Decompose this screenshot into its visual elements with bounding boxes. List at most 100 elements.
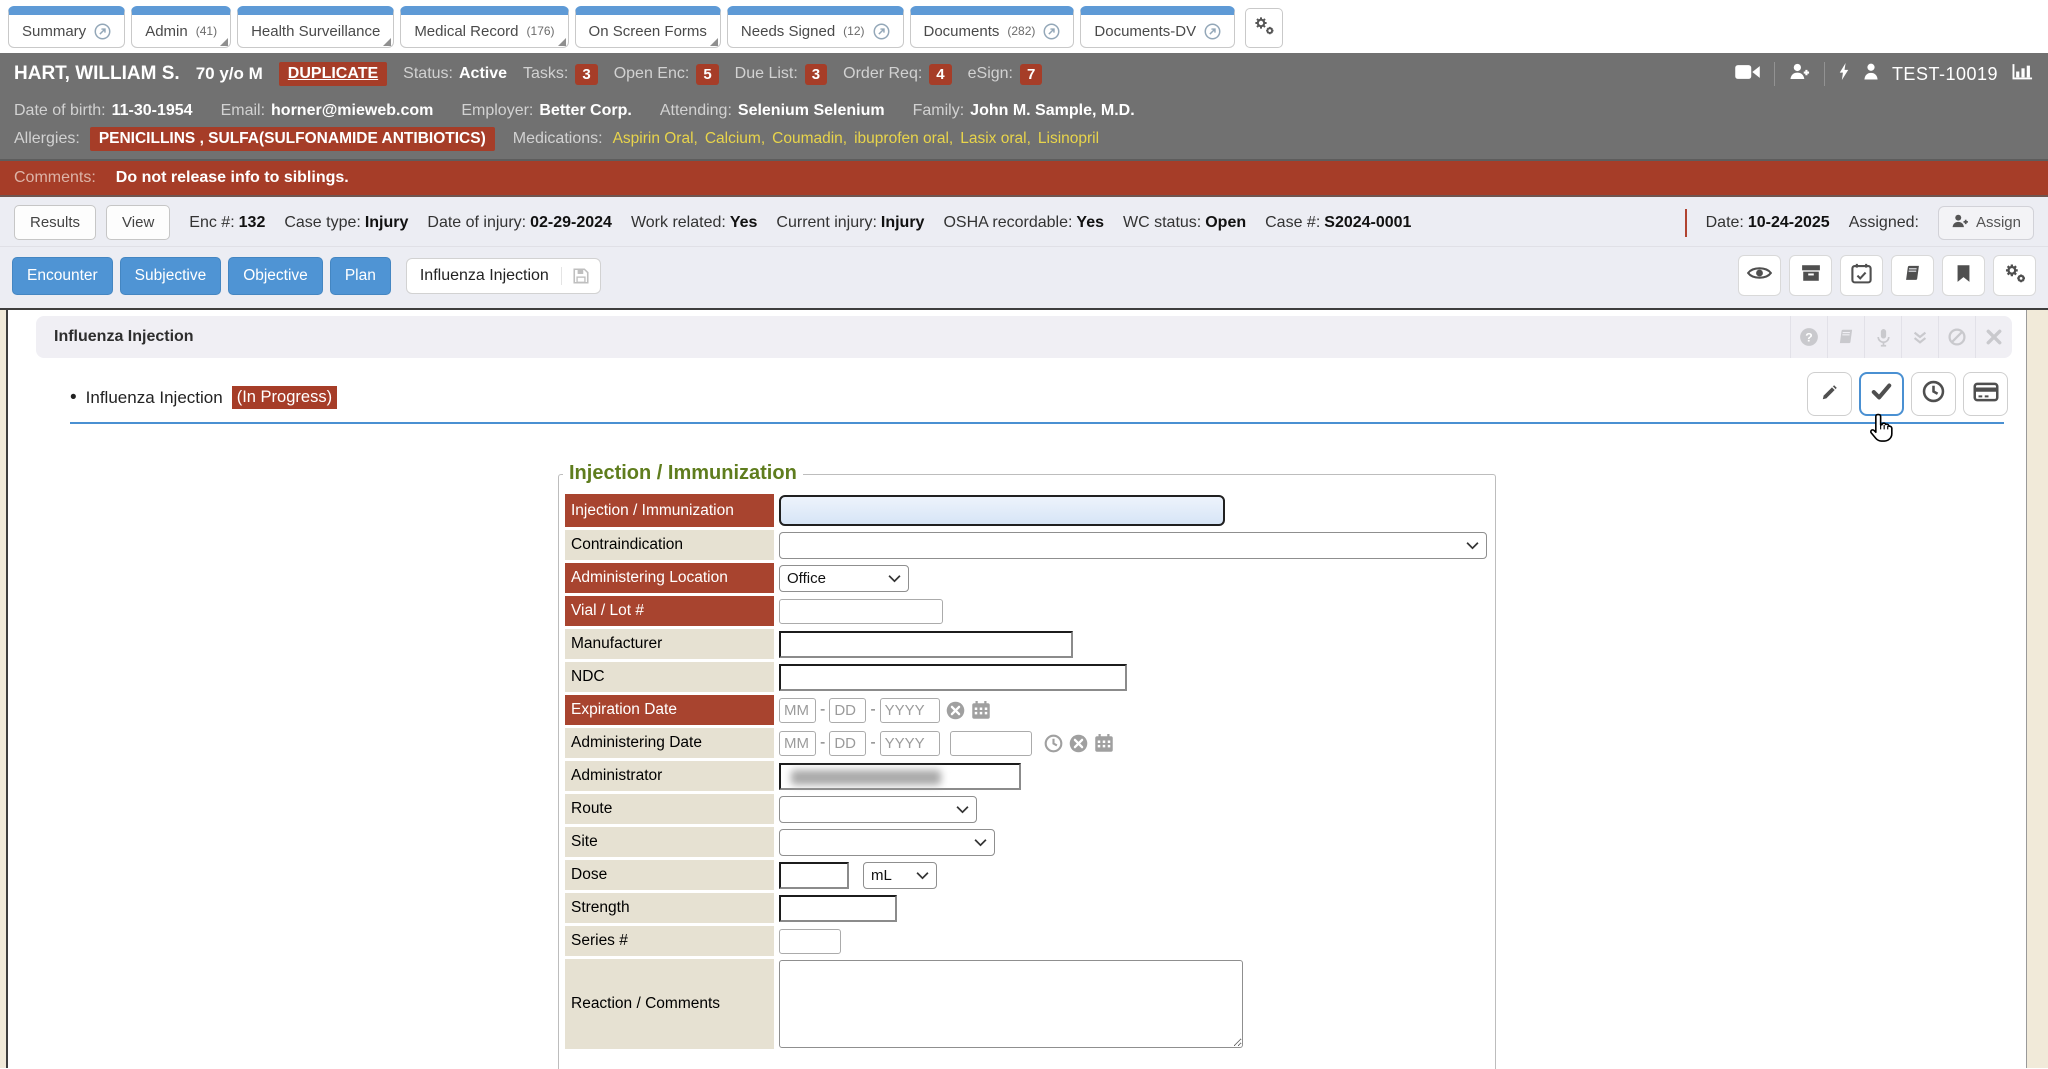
subjective-button[interactable]: Subjective: [120, 257, 222, 295]
tab-influenza-injection[interactable]: Influenza Injection: [406, 258, 601, 294]
tab-documents-dv[interactable]: Documents-DV: [1080, 6, 1235, 48]
book-icon[interactable]: [1827, 316, 1864, 358]
save-icon[interactable]: [561, 267, 600, 285]
clear-date-icon[interactable]: [946, 701, 965, 720]
dose-unit-select[interactable]: mL: [863, 862, 937, 889]
bookmark-button[interactable]: [1942, 255, 1985, 296]
ndc-input[interactable]: [779, 664, 1127, 691]
vial-lot-input[interactable]: [779, 599, 943, 624]
encounter-button[interactable]: Encounter: [12, 257, 113, 295]
left-margin-strip: [0, 310, 8, 1068]
time-now-icon[interactable]: [1044, 734, 1063, 753]
route-select[interactable]: [779, 796, 977, 823]
tab-health-surveillance[interactable]: Health Surveillance: [237, 6, 394, 48]
tasks-count-badge[interactable]: 3: [575, 64, 597, 85]
chart-stats-icon[interactable]: [2011, 63, 2034, 85]
view-button[interactable]: View: [106, 205, 170, 240]
close-icon[interactable]: [1975, 316, 2012, 358]
calendar-icon[interactable]: [971, 700, 991, 720]
tab-needs-signed[interactable]: Needs Signed (12): [727, 6, 904, 48]
medication-link[interactable]: Lasix oral: [960, 130, 1031, 148]
preview-button[interactable]: [1738, 255, 1781, 296]
medication-link[interactable]: Coumadin: [772, 130, 847, 148]
series-number-input[interactable]: [779, 929, 841, 954]
case-number: S2024-0001: [1324, 214, 1411, 231]
medication-link[interactable]: ibuprofen oral: [854, 130, 953, 148]
status-badge[interactable]: (In Progress): [232, 386, 337, 409]
disable-icon[interactable]: [1938, 316, 1975, 358]
collapse-chevrons-icon[interactable]: [1901, 316, 1938, 358]
book-icon: [1902, 264, 1923, 288]
billing-button[interactable]: [1963, 372, 2008, 416]
results-button[interactable]: Results: [14, 205, 96, 240]
encounter-info-bar: Results View Enc #:132 Case type:Injury …: [0, 197, 2048, 246]
person-plus-icon[interactable]: [1788, 63, 1811, 85]
edit-button[interactable]: [1807, 372, 1852, 416]
divider: [1685, 209, 1687, 237]
contraindication-select[interactable]: [779, 532, 1487, 559]
administrator-input[interactable]: [779, 763, 1021, 790]
medications-list: Aspirin Oral Calcium Coumadin ibuprofen …: [613, 130, 1099, 148]
popout-icon[interactable]: [1043, 23, 1060, 40]
popout-icon[interactable]: [873, 23, 890, 40]
family-doctor-value: John M. Sample, M.D.: [970, 102, 1134, 120]
assign-button[interactable]: Assign: [1938, 206, 2034, 240]
tab-medical-record[interactable]: Medical Record (176): [400, 6, 568, 48]
order-req-count-badge[interactable]: 4: [929, 64, 951, 85]
popout-icon[interactable]: [1204, 23, 1221, 40]
plan-button[interactable]: Plan: [330, 257, 391, 295]
expiration-month-input[interactable]: [779, 698, 816, 723]
administering-time-input[interactable]: [950, 731, 1032, 756]
chart-book-button[interactable]: [1891, 255, 1934, 296]
chart-tab-bar: Summary Admin (41) Health Surveillance M…: [0, 0, 2048, 53]
bookmark-icon: [1956, 264, 1971, 288]
tab-on-screen-forms[interactable]: On Screen Forms: [575, 6, 721, 48]
tab-admin[interactable]: Admin (41): [131, 6, 231, 48]
esign-count-badge[interactable]: 7: [1020, 64, 1042, 85]
form-row-site: Site: [565, 827, 1487, 857]
medication-link[interactable]: Calcium: [705, 130, 765, 148]
settings-button[interactable]: [1993, 255, 2036, 296]
popout-icon[interactable]: [94, 23, 111, 40]
expiration-day-input[interactable]: [829, 698, 866, 723]
administering-year-input[interactable]: [880, 731, 940, 756]
injection-immunization-input[interactable]: [779, 495, 1225, 526]
clear-date-icon[interactable]: [1069, 734, 1088, 753]
archive-button[interactable]: [1789, 255, 1832, 296]
medication-link[interactable]: Lisinopril: [1038, 130, 1099, 148]
administering-location-select[interactable]: Office: [779, 565, 909, 592]
reaction-comments-textarea[interactable]: [779, 960, 1243, 1048]
duplicate-badge[interactable]: DUPLICATE: [279, 62, 387, 86]
tab-documents[interactable]: Documents (282): [910, 6, 1075, 48]
tab-settings-button[interactable]: [1245, 8, 1283, 48]
administering-day-input[interactable]: [829, 731, 866, 756]
expiration-year-input[interactable]: [880, 698, 940, 723]
open-enc-count-badge[interactable]: 5: [696, 64, 718, 85]
help-icon[interactable]: ?: [1790, 316, 1827, 358]
email-value[interactable]: horner@mieweb.com: [271, 102, 433, 120]
microphone-icon[interactable]: [1864, 316, 1901, 358]
note-title[interactable]: Influenza Injection: [86, 388, 223, 408]
strength-input[interactable]: [779, 895, 897, 922]
medication-link[interactable]: Aspirin Oral: [613, 130, 698, 148]
patient-name: HART, WILLIAM S.: [14, 63, 180, 85]
person-icon[interactable]: [1863, 63, 1879, 85]
dose-input[interactable]: [779, 862, 849, 889]
chevron-down-icon: [888, 570, 901, 587]
lightning-icon[interactable]: [1838, 63, 1850, 85]
manufacturer-input[interactable]: [779, 631, 1073, 658]
tab-summary[interactable]: Summary: [8, 6, 125, 48]
form-row-contraindication: Contraindication: [565, 530, 1487, 560]
calendar-icon[interactable]: [1094, 733, 1114, 753]
history-button[interactable]: [1911, 372, 1956, 416]
video-camera-icon[interactable]: [1734, 64, 1761, 85]
site-select[interactable]: [779, 829, 995, 856]
chevron-down-icon: [1466, 537, 1479, 554]
complete-button[interactable]: [1859, 372, 1904, 416]
administering-month-input[interactable]: [779, 731, 816, 756]
schedule-button[interactable]: [1840, 255, 1883, 296]
card-icon: [1973, 382, 1999, 407]
due-list-count-badge[interactable]: 3: [805, 64, 827, 85]
objective-button[interactable]: Objective: [228, 257, 323, 295]
allergies-badge[interactable]: PENICILLINS , SULFA(SULFONAMIDE ANTIBIOT…: [90, 127, 495, 151]
